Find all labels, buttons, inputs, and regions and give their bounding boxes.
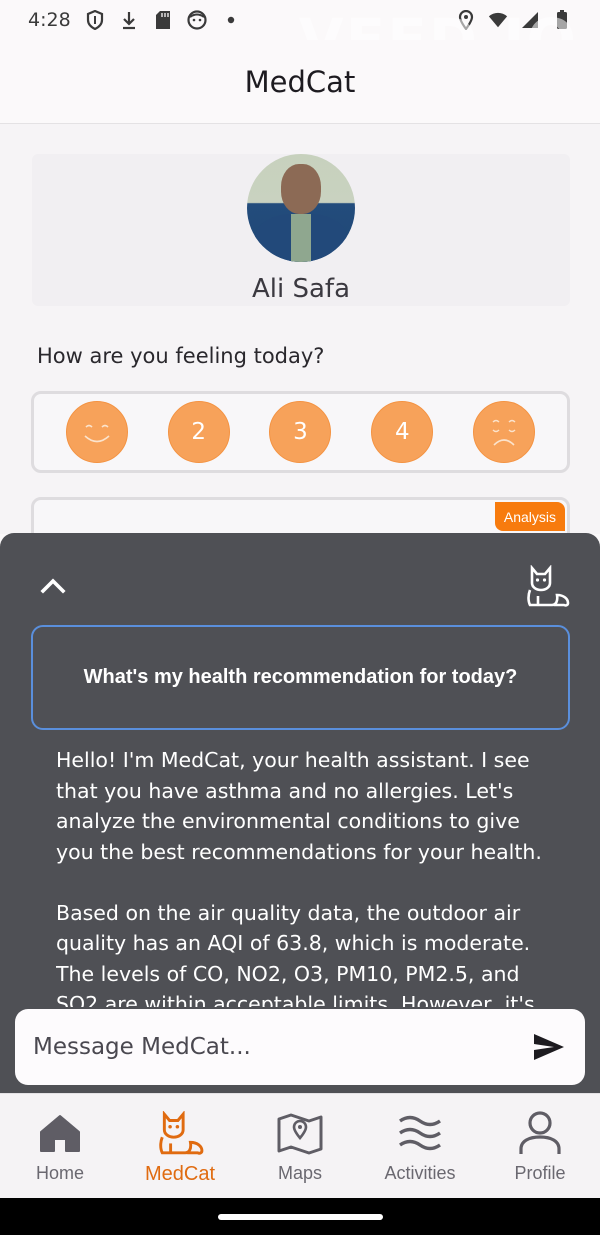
mood-option-happy[interactable] bbox=[65, 401, 128, 463]
collapse-button[interactable] bbox=[38, 573, 68, 597]
mood-option-2[interactable]: 2 bbox=[167, 401, 230, 463]
wifi-icon bbox=[488, 10, 508, 30]
download-icon bbox=[119, 10, 139, 30]
chat-question[interactable]: What's my health recommendation for toda… bbox=[31, 625, 570, 730]
sad-face-icon bbox=[492, 419, 516, 446]
avatar[interactable] bbox=[247, 154, 355, 262]
nav-item-maps[interactable]: Maps bbox=[240, 1094, 360, 1184]
chevron-up-icon bbox=[40, 578, 66, 594]
cat-icon bbox=[156, 1109, 204, 1157]
waves-icon bbox=[396, 1109, 444, 1157]
gesture-handle[interactable] bbox=[218, 1214, 383, 1220]
happy-face-icon bbox=[84, 424, 110, 443]
face-icon bbox=[187, 10, 207, 30]
status-time: 4:28 bbox=[28, 9, 71, 31]
nav-item-profile[interactable]: Profile bbox=[480, 1094, 600, 1184]
map-icon bbox=[276, 1109, 324, 1157]
send-button[interactable] bbox=[531, 1029, 567, 1065]
shield-icon bbox=[85, 10, 105, 30]
mood-selector: 2 3 4 bbox=[31, 391, 570, 473]
send-icon bbox=[534, 1034, 564, 1060]
gesture-area bbox=[0, 1198, 600, 1235]
app-bar: MedCat bbox=[0, 40, 600, 124]
nav-label-maps: Maps bbox=[277, 1163, 322, 1183]
message-input-bar bbox=[15, 1009, 585, 1085]
nav-item-home[interactable]: Home bbox=[0, 1094, 120, 1184]
medcat-assistant-button[interactable] bbox=[524, 564, 570, 607]
status-icons-left bbox=[85, 10, 241, 30]
nav-label-activities: Activities bbox=[384, 1163, 456, 1183]
chat-answer: Hello! I'm MedCat, your health assistant… bbox=[56, 748, 542, 1007]
mood-option-sad[interactable] bbox=[473, 401, 536, 463]
page-title: MedCat bbox=[244, 64, 356, 99]
feeling-question: How are you feeling today? bbox=[37, 344, 325, 368]
profile-card: Ali Safa bbox=[32, 154, 570, 306]
bottom-nav: Home MedCat Maps Activities Profile bbox=[0, 1093, 600, 1198]
signal-icon bbox=[520, 10, 540, 30]
chat-sheet: What's my health recommendation for toda… bbox=[0, 533, 600, 1093]
status-bar: 4:28 bbox=[0, 0, 600, 40]
nav-label-medcat: MedCat bbox=[144, 1163, 216, 1185]
profile-name: Ali Safa bbox=[251, 274, 351, 304]
sd-card-icon bbox=[153, 10, 173, 30]
person-icon bbox=[516, 1109, 564, 1157]
analysis-tag: Analysis bbox=[494, 502, 565, 531]
location-icon bbox=[456, 10, 476, 30]
message-input[interactable] bbox=[33, 1034, 531, 1060]
nav-label-profile: Profile bbox=[514, 1163, 566, 1183]
nav-item-medcat[interactable]: MedCat bbox=[120, 1094, 240, 1186]
cat-icon bbox=[527, 564, 570, 607]
mood-option-4[interactable]: 4 bbox=[371, 401, 434, 463]
home-icon bbox=[36, 1109, 84, 1157]
main-content: Ali Safa How are you feeling today? 2 3 … bbox=[0, 124, 600, 557]
dot-icon bbox=[221, 10, 241, 30]
nav-item-activities[interactable]: Activities bbox=[360, 1094, 480, 1184]
avatar-head-shape bbox=[281, 164, 321, 214]
battery-icon bbox=[552, 10, 572, 30]
status-icons-right bbox=[456, 10, 572, 30]
mood-option-3[interactable]: 3 bbox=[269, 401, 332, 463]
nav-label-home: Home bbox=[35, 1163, 84, 1183]
avatar-shirt-shape bbox=[291, 214, 311, 262]
